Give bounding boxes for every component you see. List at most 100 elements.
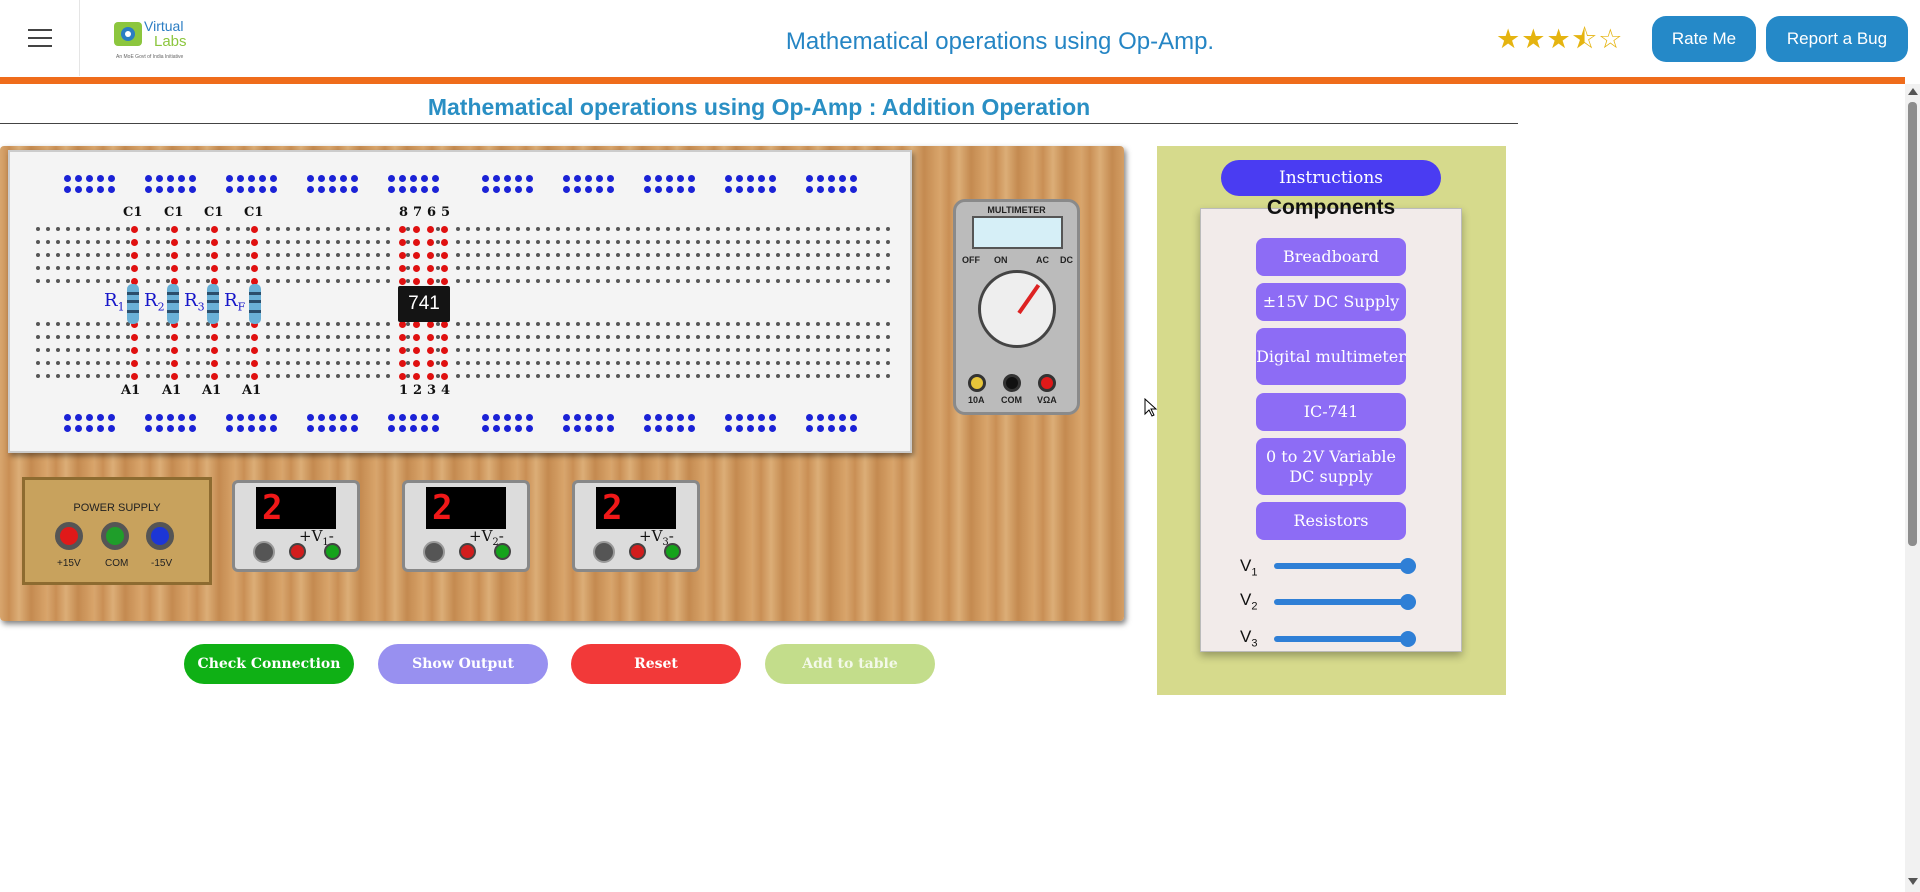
breadboard-hole[interactable] [706,266,710,270]
breadboard-hole[interactable] [596,335,600,339]
breadboard-hole[interactable] [296,279,300,283]
breadboard-hole[interactable] [526,279,530,283]
breadboard-hole[interactable] [156,266,160,270]
breadboard-hole[interactable] [166,335,170,339]
breadboard-hole[interactable] [776,227,780,231]
breadboard-hole[interactable] [386,253,390,257]
breadboard-hole[interactable] [186,227,190,231]
breadboard-hole[interactable] [306,240,310,244]
connected-hole[interactable] [399,265,406,272]
rail-hole[interactable] [736,175,743,182]
breadboard-hole[interactable] [656,227,660,231]
breadboard-hole[interactable] [46,348,50,352]
breadboard-hole[interactable] [476,227,480,231]
breadboard-hole[interactable] [716,240,720,244]
breadboard-hole[interactable] [696,335,700,339]
rail-hole[interactable] [677,414,684,421]
breadboard-hole[interactable] [66,335,70,339]
breadboard-hole[interactable] [626,240,630,244]
breadboard-hole[interactable] [96,335,100,339]
breadboard-hole[interactable] [726,348,730,352]
breadboard-hole[interactable] [566,266,570,270]
connected-hole[interactable] [171,252,178,259]
rail-hole[interactable] [340,175,347,182]
rail-hole[interactable] [596,175,603,182]
rail-hole[interactable] [432,425,439,432]
v2-knob[interactable] [423,541,445,563]
breadboard-hole[interactable] [246,266,250,270]
breadboard-hole[interactable] [166,266,170,270]
breadboard-hole[interactable] [316,361,320,365]
voltage-source-v2[interactable]: 2 +V2- [402,480,530,572]
breadboard-hole[interactable] [156,279,160,283]
breadboard-hole[interactable] [76,322,80,326]
breadboard-hole[interactable] [866,361,870,365]
breadboard-hole[interactable] [486,374,490,378]
breadboard-hole[interactable] [786,279,790,283]
rail-hole[interactable] [839,175,846,182]
breadboard-hole[interactable] [196,374,200,378]
breadboard-hole[interactable] [346,374,350,378]
breadboard-hole[interactable] [66,240,70,244]
breadboard-hole[interactable] [686,227,690,231]
breadboard-hole[interactable] [366,227,370,231]
breadboard-hole[interactable] [666,374,670,378]
breadboard-hole[interactable] [196,361,200,365]
rail-hole[interactable] [145,186,152,193]
rail-hole[interactable] [167,414,174,421]
breadboard-hole[interactable] [616,240,620,244]
breadboard-hole[interactable] [496,348,500,352]
breadboard-hole[interactable] [366,374,370,378]
breadboard-hole[interactable] [646,266,650,270]
rail-hole[interactable] [607,186,614,193]
breadboard-hole[interactable] [386,361,390,365]
breadboard-hole[interactable] [86,279,90,283]
breadboard-hole[interactable] [306,361,310,365]
breadboard-hole[interactable] [306,335,310,339]
breadboard-hole[interactable] [566,253,570,257]
breadboard-hole[interactable] [776,348,780,352]
rail-hole[interactable] [432,414,439,421]
rail-hole[interactable] [432,186,439,193]
breadboard-hole[interactable] [526,374,530,378]
rail-hole[interactable] [817,175,824,182]
breadboard-hole[interactable] [406,374,410,378]
breadboard-hole[interactable] [106,253,110,257]
breadboard-hole[interactable] [76,361,80,365]
breadboard-hole[interactable] [656,322,660,326]
breadboard-hole[interactable] [236,348,240,352]
breadboard-hole[interactable] [696,240,700,244]
rail-hole[interactable] [237,414,244,421]
rail-hole[interactable] [607,414,614,421]
breadboard-hole[interactable] [86,348,90,352]
breadboard-hole[interactable] [116,348,120,352]
breadboard-hole[interactable] [336,322,340,326]
rail-hole[interactable] [839,186,846,193]
rail-hole[interactable] [526,186,533,193]
breadboard-hole[interactable] [796,266,800,270]
breadboard-hole[interactable] [646,240,650,244]
rail-hole[interactable] [351,414,358,421]
breadboard-hole[interactable] [276,240,280,244]
v1-knob[interactable] [253,541,275,563]
breadboard-hole[interactable] [346,227,350,231]
rail-hole[interactable] [421,175,428,182]
breadboard-hole[interactable] [236,266,240,270]
rail-hole[interactable] [574,414,581,421]
breadboard-hole[interactable] [96,227,100,231]
breadboard-hole[interactable] [626,253,630,257]
rail-hole[interactable] [108,186,115,193]
connected-hole[interactable] [399,321,406,328]
breadboard-hole[interactable] [206,253,210,257]
breadboard-hole[interactable] [56,335,60,339]
rail-hole[interactable] [596,414,603,421]
slider-thumb[interactable] [1400,631,1416,647]
breadboard-hole[interactable] [596,227,600,231]
breadboard-hole[interactable] [866,240,870,244]
breadboard-hole[interactable] [456,253,460,257]
breadboard-hole[interactable] [536,253,540,257]
breadboard-hole[interactable] [756,227,760,231]
rail-hole[interactable] [226,425,233,432]
rail-hole[interactable] [86,186,93,193]
breadboard-hole[interactable] [236,253,240,257]
